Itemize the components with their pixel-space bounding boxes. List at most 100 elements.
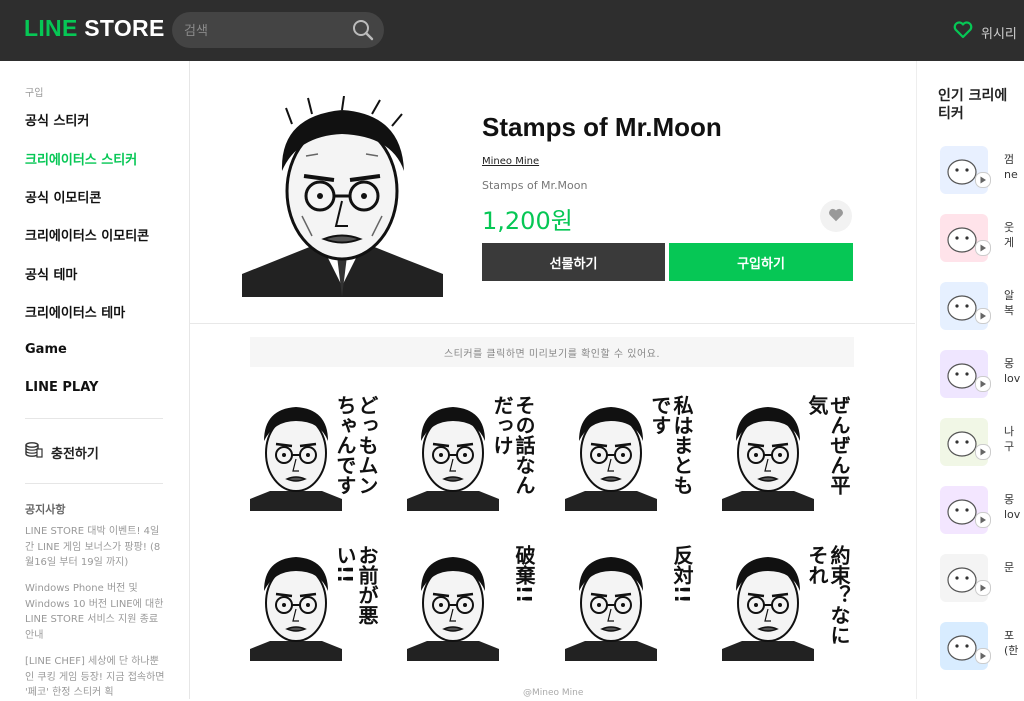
sidebar-item-game[interactable]: Game xyxy=(25,342,67,357)
logo-store-text: STORE xyxy=(77,15,165,41)
sticker-thumbnail xyxy=(938,144,990,196)
popular-sticker-item[interactable]: 몽 lov xyxy=(938,348,1024,404)
sticker-face-image xyxy=(407,549,499,665)
sidebar-item-creators-emoji[interactable]: 크리에이터스 이모티콘 xyxy=(25,225,149,244)
wishlist-label: 위시리 xyxy=(981,26,1017,42)
sidebar-item-creators-themes[interactable]: 크리에이터스 테마 xyxy=(25,302,125,321)
author-link[interactable]: Mineo Mine xyxy=(482,156,539,167)
sticker-face-image xyxy=(407,399,499,515)
sticker-text: 約束？なにそれ xyxy=(805,545,851,645)
sticker-thumbnail xyxy=(938,348,990,400)
sticker-face-image xyxy=(565,549,657,665)
popular-sticker-name: 몽 lov xyxy=(1004,357,1021,385)
sticker-text: 破棄!! xyxy=(512,545,536,604)
sidebar-item-official-stickers[interactable]: 공식 스티커 xyxy=(25,110,89,129)
popular-title: 인기 크리에 티커 xyxy=(938,88,1008,122)
sticker-thumbnail xyxy=(938,484,990,536)
popular-sticker-name: 알 복 xyxy=(1004,289,1015,317)
sticker-face-image xyxy=(565,399,657,515)
sticker-text: どっもムンちゃんです xyxy=(333,395,379,495)
play-icon[interactable] xyxy=(975,580,991,596)
sticker-item[interactable]: 約束？なにそれ xyxy=(722,541,852,661)
wishlist-heart-button[interactable] xyxy=(820,200,852,232)
sticker-item[interactable]: その話なんだっけ xyxy=(407,391,537,511)
play-icon[interactable] xyxy=(975,240,991,256)
popular-sticker-name: 껌 ne xyxy=(1004,153,1018,181)
preview-hint: 스티커를 클릭하면 미리보기를 확인할 수 있어요. xyxy=(250,337,854,367)
gift-button[interactable]: 선물하기 xyxy=(482,243,665,281)
wishlist-link[interactable]: 위시리 xyxy=(953,21,1017,43)
notice-link[interactable]: [LINE CHEF] 세상에 단 하나뿐인 쿠킹 게임 등장! 지금 접속하면… xyxy=(25,654,165,701)
sticker-thumbnail xyxy=(938,416,990,468)
copyright-text: @Mineo Mine xyxy=(523,688,584,698)
sticker-thumbnail xyxy=(938,280,990,332)
heart-icon xyxy=(953,21,973,43)
popular-sticker-name: 나 구 xyxy=(1004,425,1015,453)
sticker-text: 反対!! xyxy=(670,545,694,604)
left-sidebar: 구입 공식 스티커 크리에이터스 스티커 공식 이모티콘 크리에이터스 이모티콘… xyxy=(0,61,190,699)
logo-line-text: LINE xyxy=(24,15,78,41)
search-input[interactable] xyxy=(182,19,346,43)
product-description: Stamps of Mr.Moon xyxy=(482,179,588,192)
sidebar-caption: 구입 xyxy=(25,88,44,99)
sticker-text: ぜんぜん平気 xyxy=(805,395,851,495)
sticker-item[interactable]: 反対!! xyxy=(565,541,695,661)
popular-sticker-item[interactable]: 웃 게 xyxy=(938,212,1024,268)
popular-sticker-item[interactable]: 나 구 xyxy=(938,416,1024,472)
main-content: Stamps of Mr.Moon Mineo Mine Stamps of M… xyxy=(190,61,915,699)
sticker-face-image xyxy=(722,549,814,665)
product-title: Stamps of Mr.Moon xyxy=(482,112,722,142)
sticker-thumbnail xyxy=(938,620,990,672)
top-header: LINE STORE 위시리 xyxy=(0,0,1024,61)
search-icon[interactable] xyxy=(352,19,374,45)
sidebar-item-creators-stickers[interactable]: 크리에이터스 스티커 xyxy=(25,149,137,168)
sticker-item[interactable]: 私はまともです xyxy=(565,391,695,511)
sticker-text: その話なんだっけ xyxy=(490,395,536,495)
section-divider xyxy=(190,323,915,324)
popular-sticker-name: 포 (한 xyxy=(1004,629,1019,657)
sticker-text: 私はまともです xyxy=(648,395,694,495)
notice-link[interactable]: Windows Phone 버전 및 Windows 10 버전 LINE에 대… xyxy=(25,581,165,643)
popular-sticker-item[interactable]: 껌 ne xyxy=(938,144,1024,200)
sticker-main-image xyxy=(242,95,443,297)
popular-sticker-item[interactable]: 문 xyxy=(938,552,1024,608)
product-price: 1,200원 xyxy=(482,207,573,235)
charge-button[interactable]: 충전하기 xyxy=(25,442,99,462)
sidebar-divider xyxy=(25,483,163,484)
play-icon[interactable] xyxy=(975,648,991,664)
play-icon[interactable] xyxy=(975,376,991,392)
notice-link[interactable]: LINE STORE 대박 이벤트! 4일간 LINE 게임 보너스가 팡팡! … xyxy=(25,524,165,571)
popular-sticker-name: 웃 게 xyxy=(1004,221,1015,249)
sidebar-divider xyxy=(25,418,163,419)
search-box xyxy=(172,12,384,48)
sticker-item[interactable]: 破棄!! xyxy=(407,541,537,661)
sidebar-item-line-play[interactable]: LINE PLAY xyxy=(25,380,98,395)
popular-sticker-item[interactable]: 몽 lov xyxy=(938,484,1024,540)
sidebar-item-official-themes[interactable]: 공식 테마 xyxy=(25,264,77,283)
sticker-item[interactable]: ぜんぜん平気 xyxy=(722,391,852,511)
notice-title: 공지사항 xyxy=(25,503,66,516)
sticker-face-image xyxy=(250,399,342,515)
sticker-thumbnail xyxy=(938,552,990,604)
play-icon[interactable] xyxy=(975,512,991,528)
sticker-face-image xyxy=(250,549,342,665)
coin-stack-icon xyxy=(25,442,43,462)
buy-button[interactable]: 구입하기 xyxy=(669,243,853,281)
popular-sidebar: 인기 크리에 티커 껌 ne 웃 게알 복몽 lov 나 구몽 lov 문 포 (한 xyxy=(916,61,1024,699)
sticker-item[interactable]: お前が悪い!! xyxy=(250,541,380,661)
sticker-thumbnail xyxy=(938,212,990,264)
sticker-face-image xyxy=(722,399,814,515)
sidebar-item-official-emoji[interactable]: 공식 이모티콘 xyxy=(25,187,101,206)
popular-sticker-name: 몽 lov xyxy=(1004,493,1021,521)
popular-sticker-name: 문 xyxy=(1004,561,1015,574)
sticker-text: お前が悪い!! xyxy=(333,545,379,625)
heart-icon xyxy=(828,207,844,226)
play-icon[interactable] xyxy=(975,172,991,188)
play-icon[interactable] xyxy=(975,308,991,324)
line-store-logo[interactable]: LINE STORE xyxy=(24,15,165,42)
sticker-item[interactable]: どっもムンちゃんです xyxy=(250,391,380,511)
popular-sticker-item[interactable]: 알 복 xyxy=(938,280,1024,336)
charge-label: 충전하기 xyxy=(51,446,99,462)
popular-sticker-item[interactable]: 포 (한 xyxy=(938,620,1024,676)
play-icon[interactable] xyxy=(975,444,991,460)
